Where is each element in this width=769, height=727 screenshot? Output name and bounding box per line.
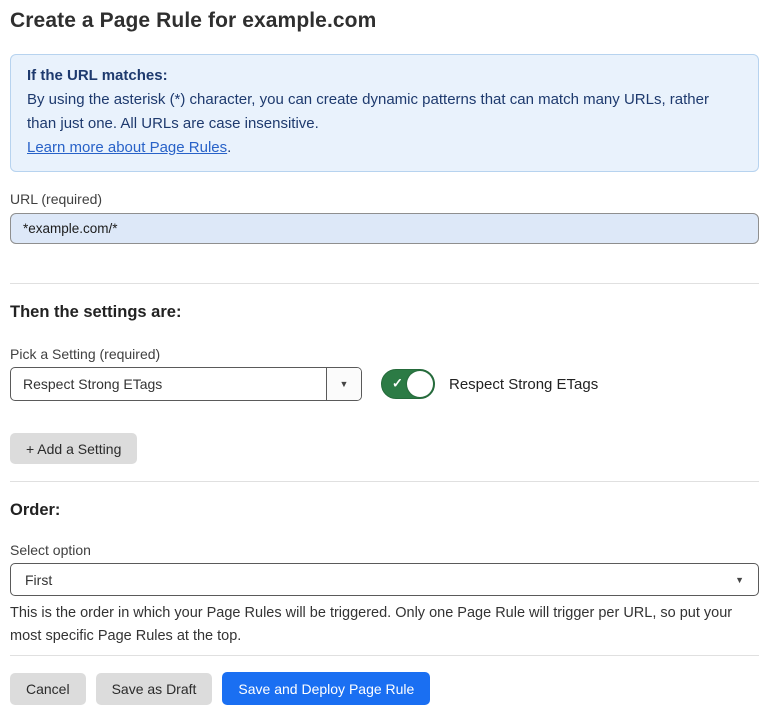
info-box-link-line: Learn more about Page Rules. (27, 136, 742, 160)
order-section-heading: Order: (10, 501, 759, 520)
chevron-down-icon: ▼ (340, 379, 349, 389)
save-draft-button[interactable]: Save as Draft (96, 673, 213, 705)
check-icon: ✓ (392, 376, 403, 392)
etags-toggle-group: ✓ Respect Strong ETags (381, 369, 598, 399)
page-rule-form: Create a Page Rule for example.com If th… (0, 9, 769, 705)
setting-picker-label: Pick a Setting (required) (10, 346, 759, 362)
info-box-body: By using the asterisk (*) character, you… (27, 88, 742, 136)
setting-select-value: Respect Strong ETags (11, 368, 326, 400)
order-help-text: This is the order in which your Page Rul… (10, 602, 755, 648)
setting-select[interactable]: Respect Strong ETags ▼ (10, 367, 362, 401)
divider (10, 655, 759, 656)
chevron-down-icon: ▼ (735, 575, 744, 585)
link-suffix: . (227, 139, 231, 156)
add-setting-button[interactable]: + Add a Setting (10, 433, 137, 464)
save-deploy-button[interactable]: Save and Deploy Page Rule (222, 672, 430, 705)
url-field-label: URL (required) (10, 191, 759, 207)
footer-actions: Cancel Save as Draft Save and Deploy Pag… (10, 672, 759, 705)
divider (10, 481, 759, 482)
setting-picker-row: Respect Strong ETags ▼ ✓ Respect Strong … (10, 367, 759, 401)
url-input[interactable] (10, 213, 759, 244)
info-box-heading: If the URL matches: (27, 64, 742, 88)
info-box-body-text: By using the asterisk (*) character, you… (27, 91, 709, 132)
etags-toggle-label: Respect Strong ETags (449, 376, 598, 393)
order-select-value: First (25, 572, 735, 588)
order-select-label: Select option (10, 542, 759, 558)
settings-section-heading: Then the settings are: (10, 303, 759, 322)
order-select[interactable]: First ▼ (10, 563, 759, 596)
toggle-knob (407, 371, 433, 397)
page-title: Create a Page Rule for example.com (10, 9, 759, 33)
divider (10, 283, 759, 284)
cancel-button[interactable]: Cancel (10, 673, 86, 705)
etags-toggle[interactable]: ✓ (381, 369, 435, 399)
url-match-info-box: If the URL matches: By using the asteris… (10, 54, 759, 172)
setting-select-arrow-button[interactable]: ▼ (326, 368, 361, 400)
learn-more-link[interactable]: Learn more about Page Rules (27, 139, 227, 156)
